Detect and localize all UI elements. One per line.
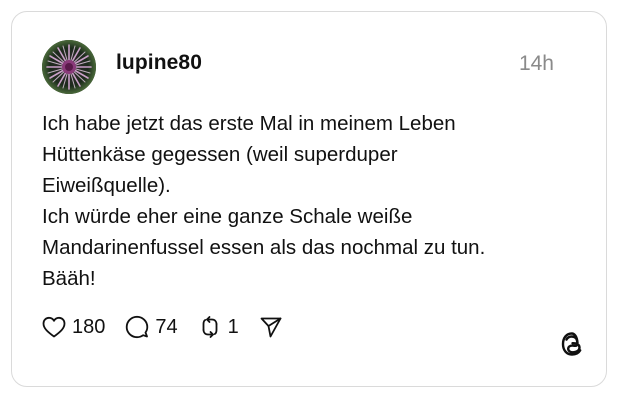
- repost-count: 1: [227, 315, 239, 338]
- avatar[interactable]: [42, 40, 96, 94]
- post-text-line: Hüttenkäse gegessen (weil superduper: [42, 143, 398, 166]
- paper-plane-icon: [260, 317, 282, 338]
- post-text-line: Mandarinenfussel essen als das nochmal z…: [42, 236, 486, 259]
- repost-arrows-icon: [202, 316, 218, 338]
- speech-bubble-icon: [126, 315, 149, 339]
- like-count: 180: [72, 315, 106, 338]
- avatar-flower-image: [42, 40, 96, 94]
- heart-icon: [42, 316, 66, 338]
- repost-button[interactable]: 1: [198, 315, 239, 339]
- threads-logo-icon: [558, 330, 586, 358]
- comment-button[interactable]: 74: [125, 315, 178, 339]
- username[interactable]: lupine80: [116, 51, 202, 75]
- post-card[interactable]: lupine80 14h Ich habe jetzt das erste Ma…: [11, 11, 607, 387]
- comment-count: 74: [155, 315, 178, 338]
- post-timestamp: 14h: [518, 52, 554, 75]
- like-button[interactable]: 180: [42, 316, 105, 339]
- post-body: Ich habe jetzt das erste Mal in meinem L…: [42, 108, 582, 294]
- post-text-line: Eiweißquelle).: [42, 174, 171, 197]
- post-text-line: Ich habe jetzt das erste Mal in meinem L…: [42, 112, 456, 135]
- share-button[interactable]: [259, 315, 283, 339]
- post-text-line: Ich würde eher eine ganze Schale weiße: [42, 205, 413, 228]
- post-text-line: Bääh!: [42, 267, 96, 290]
- post-actions: 180 74 1: [42, 312, 303, 342]
